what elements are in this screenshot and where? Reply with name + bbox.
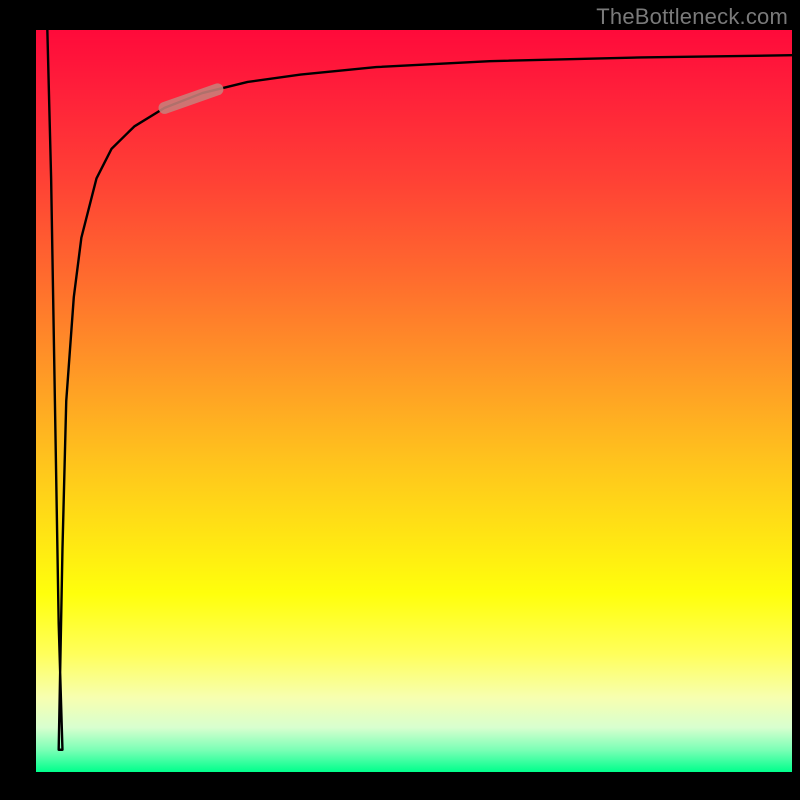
plot-area xyxy=(36,30,792,772)
highlight-segment xyxy=(165,89,218,108)
curve-line xyxy=(47,30,792,750)
attribution-text: TheBottleneck.com xyxy=(596,4,788,30)
chart-svg xyxy=(36,30,792,772)
